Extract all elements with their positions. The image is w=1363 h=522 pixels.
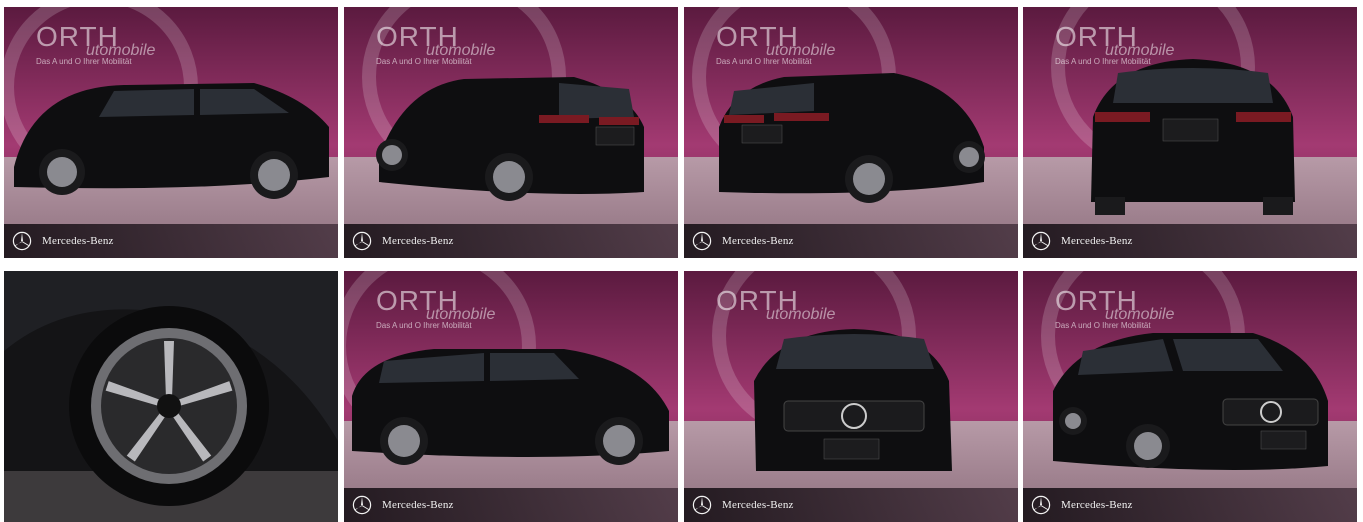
gallery-photo-2[interactable]: ORTH utomobile Das A und O Ihrer Mobilit… [344,7,678,258]
dealer-logo: ORTH utomobile Das A und O Ihrer Mobilit… [716,23,835,67]
photo-footer: Mercedes-Benz [1023,224,1357,258]
dealer-logo-sub: utomobile [426,306,496,323]
photo-footer: Mercedes-Benz [344,224,678,258]
dealer-logo: ORTH utomobile Das A und O Ihrer Mobilit… [1055,287,1174,331]
brand-label: Mercedes-Benz [42,235,114,247]
dealer-logo-sub: utomobile [1105,306,1175,323]
dealer-logo: ORTH utomobile Das A und O Ihrer Mobilit… [376,23,495,67]
brand-label: Mercedes-Benz [382,235,454,247]
gallery-photo-7[interactable]: ORTH utomobile Mercedes-Benz [684,271,1018,522]
brand-label: Mercedes-Benz [1061,235,1133,247]
gallery-photo-3[interactable]: ORTH utomobile Das A und O Ihrer Mobilit… [684,7,1018,258]
brand-label: Mercedes-Benz [1061,499,1133,511]
photo-gallery: ORTH utomobile Das A und O Ihrer Mobilit… [0,0,1363,522]
dealer-logo-sub: utomobile [86,42,156,59]
gallery-photo-5[interactable] [4,271,338,522]
brand-label: Mercedes-Benz [722,235,794,247]
car-photo-wheel-closeup [4,271,338,522]
gallery-photo-8[interactable]: ORTH utomobile Das A und O Ihrer Mobilit… [1023,271,1357,522]
gallery-photo-6[interactable]: ORTH utomobile Das A und O Ihrer Mobilit… [344,271,678,522]
mercedes-star-icon [692,231,712,251]
dealer-logo: ORTH utomobile Das A und O Ihrer Mobilit… [376,287,495,331]
dealer-logo-sub: utomobile [426,42,496,59]
dealer-logo-sub: utomobile [766,306,836,323]
mercedes-star-icon [1031,231,1051,251]
dealer-logo-sub: utomobile [1105,42,1175,59]
mercedes-star-icon [1031,495,1051,515]
mercedes-star-icon [352,495,372,515]
dealer-logo: ORTH utomobile Das A und O Ihrer Mobilit… [36,23,155,67]
brand-label: Mercedes-Benz [722,499,794,511]
dealer-logo: ORTH utomobile [716,287,835,324]
gallery-photo-4[interactable]: ORTH utomobile Das A und O Ihrer Mobilit… [1023,7,1357,258]
mercedes-star-icon [352,231,372,251]
gallery-photo-1[interactable]: ORTH utomobile Das A und O Ihrer Mobilit… [4,7,338,258]
mercedes-star-icon [12,231,32,251]
mercedes-star-icon [692,495,712,515]
photo-footer: Mercedes-Benz [684,224,1018,258]
photo-footer: Mercedes-Benz [4,224,338,258]
dealer-logo: ORTH utomobile Das A und O Ihrer Mobilit… [1055,23,1174,67]
brand-label: Mercedes-Benz [382,499,454,511]
dealer-logo-sub: utomobile [766,42,836,59]
